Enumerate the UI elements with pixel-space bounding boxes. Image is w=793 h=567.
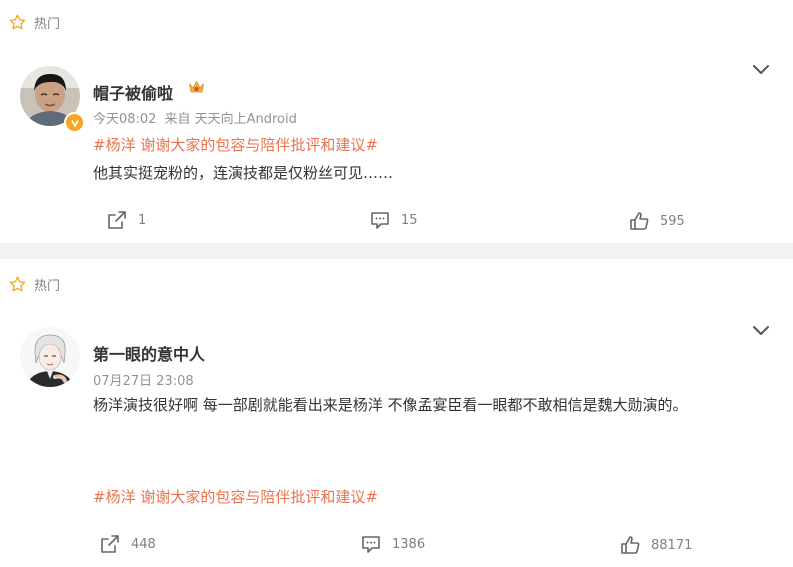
comment-count: 1386 (392, 536, 426, 552)
hot-tag: 热门 (8, 13, 60, 32)
post-source: 来自 天天向上Android (164, 112, 297, 127)
comment-card: 热门 帽子被偷啦 今天08:02 来自 天天向上Android #杨洋 谢谢大家的… (0, 0, 793, 243)
thumbs-up-icon (621, 536, 640, 554)
comment-card: 热门 第一眼的意中人 07月27日 23:08 杨洋演技很好啊 每一部剧就能看出… (0, 259, 793, 567)
post-meta: 07月27日 23:08 (93, 370, 194, 389)
like-count: 88171 (651, 537, 693, 553)
comment-count: 15 (401, 212, 418, 228)
comment-button[interactable]: 1386 (360, 533, 425, 555)
username[interactable]: 帽子被偷啦 (93, 80, 173, 104)
repost-button[interactable]: 1 (106, 209, 146, 231)
topic-link[interactable]: #杨洋 谢谢大家的包容与陪伴批评和建议# (93, 134, 378, 155)
post-meta: 今天08:02 来自 天天向上Android (93, 108, 297, 127)
chevron-down-icon[interactable] (752, 325, 770, 337)
verified-badge-icon (64, 112, 85, 133)
topic-link[interactable]: #杨洋 谢谢大家的包容与陪伴批评和建议# (93, 486, 378, 507)
star-outline-icon (8, 13, 27, 32)
chevron-down-icon[interactable] (752, 64, 770, 76)
comment-icon (371, 212, 389, 229)
comment-button[interactable]: 15 (369, 209, 418, 231)
like-count: 595 (660, 213, 685, 229)
repost-button[interactable]: 448 (99, 533, 156, 555)
share-icon (108, 211, 126, 229)
crown-badge-icon (188, 80, 205, 95)
username[interactable]: 第一眼的意中人 (93, 341, 205, 365)
hot-label: 热门 (34, 279, 61, 294)
thumbs-up-icon (630, 212, 649, 230)
comment-text: 杨洋演技很好啊 每一部剧就能看出来是杨洋 不像孟宴臣看一眼都不敢相信是魏大勋演的… (93, 396, 688, 414)
comment-text: 他其实挺宠粉的，连演技都是仅粉丝可见…… (93, 164, 394, 182)
repost-count: 1 (138, 212, 147, 228)
like-button[interactable]: 88171 (619, 534, 692, 556)
share-icon (101, 535, 119, 553)
comment-icon (362, 536, 380, 553)
post-time: 07月27日 23:08 (93, 374, 194, 389)
hot-tag: 热门 (8, 275, 60, 294)
section-divider (0, 243, 793, 259)
post-time: 今天08:02 (93, 112, 157, 127)
avatar[interactable] (20, 327, 80, 387)
hot-label: 热门 (34, 17, 61, 32)
star-outline-icon (8, 275, 27, 294)
repost-count: 448 (131, 536, 156, 552)
like-button[interactable]: 595 (628, 210, 685, 232)
